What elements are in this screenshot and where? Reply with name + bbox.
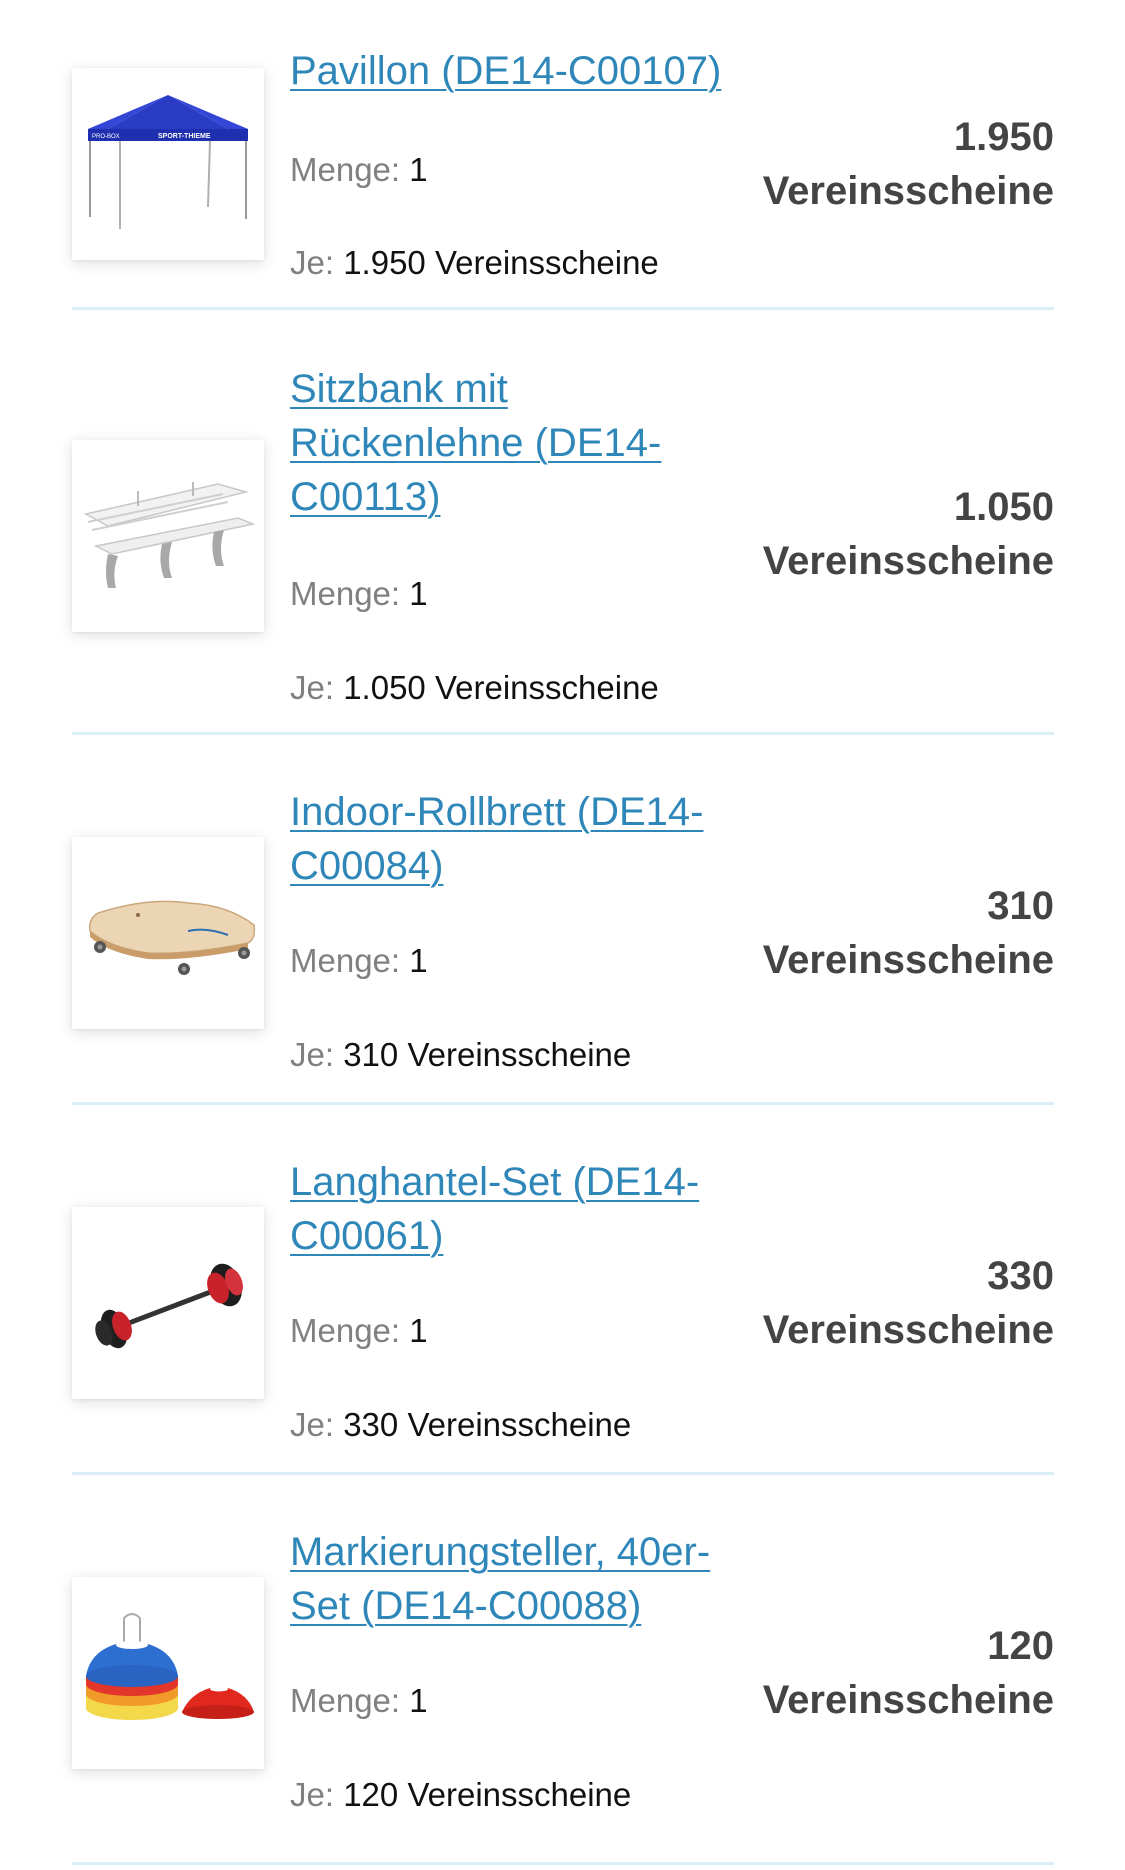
unit-price-row: Je: 1.950 Vereinsscheine bbox=[290, 243, 659, 283]
unit-price-value: 1.050 bbox=[343, 669, 426, 706]
quantity-row: Menge: 1 bbox=[290, 1311, 428, 1351]
barbell-icon bbox=[95, 1263, 243, 1349]
svg-text:SPORT-THIEME: SPORT-THIEME bbox=[158, 133, 211, 140]
quantity-label: Menge: bbox=[290, 1682, 401, 1719]
unit-price-currency: Vereinsscheine bbox=[407, 1406, 632, 1443]
product-image[interactable] bbox=[72, 1207, 264, 1399]
unit-price-label: Je: bbox=[290, 1776, 335, 1813]
unit-price-value: 330 bbox=[343, 1406, 399, 1443]
svg-text:PRO-BOX: PRO-BOX bbox=[92, 134, 120, 140]
quantity-label: Menge: bbox=[290, 151, 401, 188]
unit-price-value: 310 bbox=[343, 1036, 399, 1073]
line-total-value: 330 bbox=[987, 1254, 1054, 1298]
product-image[interactable] bbox=[72, 1577, 264, 1769]
cart-item: Indoor-Rollbrett (DE14-C00084) Menge: 1 … bbox=[72, 735, 1054, 1105]
cart-item: Langhantel-Set (DE14-C00061) Menge: 1 Je… bbox=[72, 1105, 1054, 1475]
line-total-currency: Vereinsscheine bbox=[762, 169, 1054, 213]
quantity-row: Menge: 1 bbox=[290, 150, 428, 190]
unit-price-row: Je: 1.050 Vereinsscheine bbox=[290, 668, 659, 708]
product-title-link[interactable]: Sitzbank mit Rückenlehne (DE14-C00113) bbox=[290, 362, 710, 524]
line-total-currency: Vereinsscheine bbox=[762, 1308, 1054, 1352]
line-total-currency: Vereinsscheine bbox=[762, 938, 1054, 982]
product-image[interactable]: SPORT-THIEME PRO-BOX bbox=[72, 68, 264, 260]
quantity-value: 1 bbox=[409, 1312, 428, 1349]
cart-item: Markierungsteller, 40er-Set (DE14-C00088… bbox=[72, 1475, 1054, 1865]
unit-price-label: Je: bbox=[290, 1406, 335, 1443]
line-total-currency: Vereinsscheine bbox=[762, 1678, 1054, 1722]
quantity-row: Menge: 1 bbox=[290, 574, 428, 614]
line-total-value: 1.050 bbox=[953, 485, 1054, 529]
product-title-link[interactable]: Markierungsteller, 40er-Set (DE14-C00088… bbox=[290, 1525, 750, 1633]
quantity-value: 1 bbox=[409, 942, 428, 979]
unit-price-label: Je: bbox=[290, 244, 335, 281]
scooter-board-icon bbox=[88, 900, 256, 975]
unit-price-row: Je: 120 Vereinsscheine bbox=[290, 1775, 631, 1815]
marker-cones-icon bbox=[86, 1613, 254, 1720]
unit-price-label: Je: bbox=[290, 1036, 335, 1073]
quantity-label: Menge: bbox=[290, 1312, 401, 1349]
unit-price-label: Je: bbox=[290, 669, 335, 706]
unit-price-currency: Vereinsscheine bbox=[434, 669, 659, 706]
unit-price-value: 1.950 bbox=[343, 244, 426, 281]
cart-item: Sitzbank mit Rückenlehne (DE14-C00113) M… bbox=[72, 310, 1054, 735]
quantity-value: 1 bbox=[409, 1682, 428, 1719]
unit-price-row: Je: 330 Vereinsscheine bbox=[290, 1405, 631, 1445]
line-total-currency: Vereinsscheine bbox=[762, 539, 1054, 583]
quantity-row: Menge: 1 bbox=[290, 941, 428, 981]
pavilion-icon: SPORT-THIEME PRO-BOX bbox=[88, 95, 248, 229]
line-total: 310 Vereinsscheine bbox=[734, 879, 1054, 987]
unit-price-row: Je: 310 Vereinsscheine bbox=[290, 1035, 631, 1075]
bench-icon bbox=[83, 482, 256, 588]
quantity-value: 1 bbox=[409, 575, 428, 612]
unit-price-currency: Vereinsscheine bbox=[407, 1776, 632, 1813]
unit-price-currency: Vereinsscheine bbox=[434, 244, 659, 281]
line-total-value: 1.950 bbox=[953, 115, 1054, 159]
product-title-link[interactable]: Pavillon (DE14-C00107) bbox=[290, 44, 760, 98]
line-total: 1.050 Vereinsscheine bbox=[734, 480, 1054, 588]
line-total-value: 310 bbox=[987, 884, 1054, 928]
product-title-link[interactable]: Langhantel-Set (DE14-C00061) bbox=[290, 1155, 750, 1263]
unit-price-value: 120 bbox=[343, 1776, 399, 1813]
quantity-label: Menge: bbox=[290, 942, 401, 979]
product-image[interactable] bbox=[72, 440, 264, 632]
line-total: 120 Vereinsscheine bbox=[734, 1619, 1054, 1727]
line-total: 330 Vereinsscheine bbox=[734, 1249, 1054, 1357]
quantity-label: Menge: bbox=[290, 575, 401, 612]
product-image[interactable] bbox=[72, 837, 264, 1029]
line-total: 1.950 Vereinsscheine bbox=[734, 110, 1054, 218]
line-total-value: 120 bbox=[987, 1624, 1054, 1668]
quantity-row: Menge: 1 bbox=[290, 1681, 428, 1721]
quantity-value: 1 bbox=[409, 151, 428, 188]
product-title-link[interactable]: Indoor-Rollbrett (DE14-C00084) bbox=[290, 785, 750, 893]
cart-item: SPORT-THIEME PRO-BOX Pavillon (DE14-C001… bbox=[72, 0, 1054, 310]
unit-price-currency: Vereinsscheine bbox=[407, 1036, 632, 1073]
